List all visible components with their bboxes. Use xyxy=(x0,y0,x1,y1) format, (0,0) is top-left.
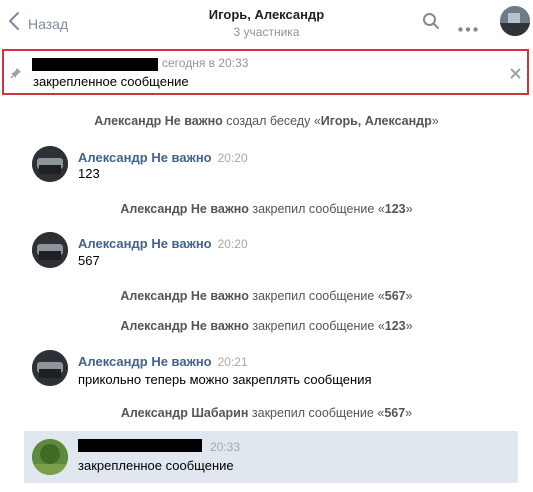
quote-open: « xyxy=(313,114,321,128)
quote-close: » xyxy=(405,319,413,333)
system-actor[interactable]: Александр Не важно xyxy=(120,319,248,333)
message-author[interactable]: Александр Не важно xyxy=(78,236,212,251)
quote-close: » xyxy=(431,114,439,128)
chat-avatar[interactable] xyxy=(500,6,530,36)
pinned-message-bar[interactable]: сегодня в 20:33 закрепленное сообщение xyxy=(2,49,529,95)
quote-open: « xyxy=(377,202,385,216)
system-target[interactable]: Игорь, Александр xyxy=(321,114,432,128)
quote-open: « xyxy=(377,319,385,333)
message-author[interactable]: Александр Не важно xyxy=(78,354,212,369)
close-icon[interactable] xyxy=(510,66,521,84)
pinned-time: сегодня в 20:33 xyxy=(162,56,249,70)
avatar[interactable] xyxy=(32,146,68,182)
system-target[interactable]: 123 xyxy=(385,319,406,333)
message-header: Александр Не важно 20:20 xyxy=(78,236,248,251)
quote-open: « xyxy=(377,289,385,303)
system-action: создал беседу xyxy=(226,114,311,128)
chat-title[interactable]: Игорь, Александр xyxy=(0,7,533,22)
system-event: Александр Не важно создал беседу «Игорь,… xyxy=(0,114,533,128)
redacted-author xyxy=(78,439,202,452)
message-header: Александр Не важно 20:21 xyxy=(78,354,248,369)
message-author[interactable]: Александр Не важно xyxy=(78,150,212,165)
avatar[interactable] xyxy=(32,350,68,386)
pinned-text: закрепленное сообщение xyxy=(33,74,189,89)
system-target[interactable]: 567 xyxy=(385,289,406,303)
avatar[interactable] xyxy=(32,439,68,475)
message-time[interactable]: 20:20 xyxy=(218,151,248,165)
message-time[interactable]: 20:21 xyxy=(218,355,248,369)
chat-header: Назад Игорь, Александр 3 участника xyxy=(0,0,533,46)
quote-close: » xyxy=(405,406,413,420)
system-event: Александр Не важно закрепил сообщение «1… xyxy=(0,319,533,333)
system-target[interactable]: 123 xyxy=(385,202,406,216)
system-actor[interactable]: Александр Не важно xyxy=(120,202,248,216)
message-text: закрепленное сообщение xyxy=(78,458,234,473)
quote-close: » xyxy=(405,202,413,216)
system-event: Александр Шабарин закрепил сообщение «56… xyxy=(0,406,533,420)
system-actor[interactable]: Александр Шабарин xyxy=(121,406,249,420)
search-icon[interactable] xyxy=(422,12,440,35)
message-header: Александр Не важно 20:20 xyxy=(78,150,248,165)
avatar[interactable] xyxy=(32,232,68,268)
system-action: закрепил сообщение xyxy=(251,406,374,420)
redacted-author xyxy=(32,58,158,71)
message-time[interactable]: 20:20 xyxy=(218,237,248,251)
message-text: 123 xyxy=(78,166,100,181)
message-text: 567 xyxy=(78,253,100,268)
chat-subtitle[interactable]: 3 участника xyxy=(0,25,533,39)
more-icon[interactable] xyxy=(458,19,478,37)
message-text: прикольно теперь можно закреплять сообще… xyxy=(78,372,372,387)
highlighted-message[interactable]: 20:33 закрепленное сообщение xyxy=(24,431,518,483)
message-time[interactable]: 20:33 xyxy=(210,440,240,454)
system-actor[interactable]: Александр Не важно xyxy=(94,114,222,128)
pin-icon xyxy=(10,66,22,84)
system-action: закрепил сообщение xyxy=(252,289,375,303)
system-action: закрепил сообщение xyxy=(252,319,375,333)
system-event: Александр Не важно закрепил сообщение «1… xyxy=(0,202,533,216)
system-actor[interactable]: Александр Не важно xyxy=(120,289,248,303)
system-event: Александр Не важно закрепил сообщение «5… xyxy=(0,289,533,303)
quote-close: » xyxy=(405,289,413,303)
system-action: закрепил сообщение xyxy=(252,202,375,216)
system-target[interactable]: 567 xyxy=(384,406,405,420)
